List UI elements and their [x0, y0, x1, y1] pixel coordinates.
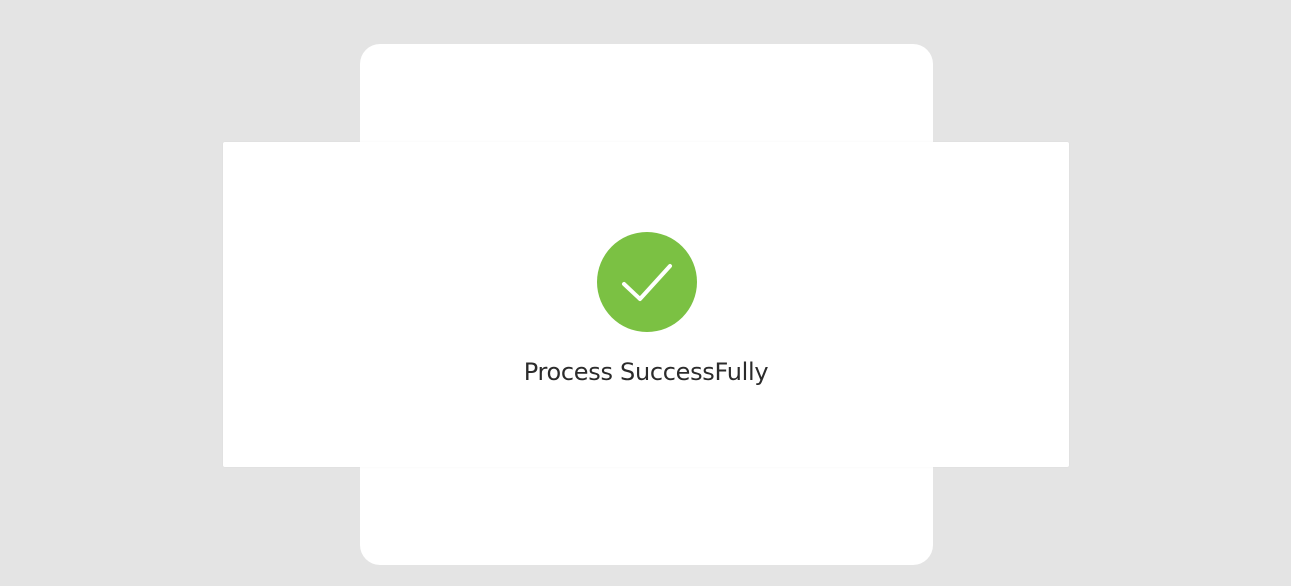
success-message: Process SuccessFully	[523, 358, 769, 386]
check-circle-icon	[597, 232, 697, 332]
success-dialog: Process SuccessFully	[223, 142, 1069, 467]
